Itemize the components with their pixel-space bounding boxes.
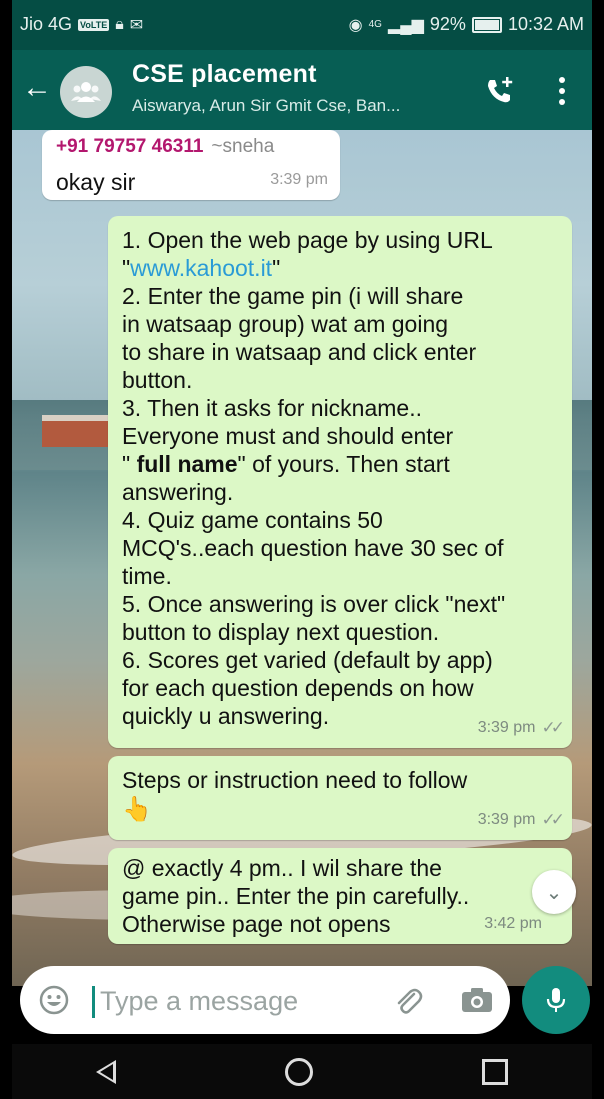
lock-icon: 🔒︎ <box>115 15 124 33</box>
battery-fill <box>474 19 499 30</box>
message-sender: +91 79757 46311 ~sneha <box>56 136 274 158</box>
message-line: @ exactly 4 pm.. I wil share the <box>122 855 442 881</box>
message-time: 3:42 pm <box>484 910 542 938</box>
back-arrow-icon[interactable]: ← <box>22 70 52 106</box>
mic-icon <box>546 988 566 1012</box>
carrier-label: Jio 4G <box>20 14 73 34</box>
message-time: 3:39 pm <box>270 166 328 194</box>
pointing-up-emoji: 👆 <box>122 796 152 823</box>
message-line: time. <box>122 563 172 589</box>
eye-comfort-icon: ◉ <box>348 16 363 34</box>
message-line: "www.kahoot.it" <box>122 254 562 282</box>
message-line: button to display next question. <box>122 619 440 645</box>
emoji-icon[interactable] <box>38 984 70 1016</box>
status-bar: Jio 4G VoLTE 🔒︎ ✉︎ ◉ 4G ▂▄▆ 92% 10:32 AM <box>12 0 592 50</box>
message-line: game pin.. Enter the pin carefully.. <box>122 883 470 909</box>
message-line: 2. Enter the game pin (i will share <box>122 283 464 309</box>
more-vert-icon[interactable] <box>552 74 572 108</box>
message-line: Everyone must and should enter <box>122 423 454 449</box>
nav-recents-icon[interactable] <box>481 1058 508 1085</box>
message-line: 6. Scores get varied (default by app) <box>122 647 493 673</box>
attachment-icon[interactable] <box>392 984 424 1016</box>
mic-button[interactable] <box>522 966 590 1034</box>
message-body: 1. Open the web page by using URL "www.k… <box>122 226 562 730</box>
text-fragment: " of yours. Then start <box>237 451 450 477</box>
status-left: Jio 4G VoLTE 🔒︎ ✉︎ <box>20 14 143 35</box>
battery-percent: 92% <box>429 14 466 34</box>
message-time: 3:39 pm ✓✓ <box>477 806 565 834</box>
message-input[interactable]: Type a message <box>100 986 298 1017</box>
wallpaper-ship <box>42 415 112 447</box>
outgoing-message[interactable]: Steps or instruction need to follow 👆 3:… <box>108 756 572 840</box>
quote-mark: " <box>122 255 131 281</box>
system-nav-bar <box>12 1044 592 1099</box>
message-line: 1. Open the web page by using URL <box>122 227 493 253</box>
message-text: okay sir <box>56 169 136 195</box>
quote-mark: " <box>272 255 281 281</box>
incoming-message[interactable]: +91 79757 46311 ~sneha okay sir 3:39 pm <box>42 130 340 200</box>
message-line: 3. Then it asks for nickname.. <box>122 395 422 421</box>
chevron-double-down-icon[interactable]: ⌄ <box>532 870 576 914</box>
text-cursor <box>92 986 95 1018</box>
add-call-icon[interactable] <box>482 74 516 108</box>
message-composer[interactable]: Type a message <box>20 966 510 1034</box>
double-check-icon: ✓✓ <box>541 810 565 829</box>
text-fragment: " <box>122 451 137 477</box>
phone-screen: Jio 4G VoLTE 🔒︎ ✉︎ ◉ 4G ▂▄▆ 92% 10:32 AM… <box>12 0 592 1099</box>
message-line: in watsaap group) wat am going <box>122 311 449 337</box>
time-label: 3:39 pm <box>477 719 536 736</box>
chat-area[interactable]: +91 79757 46311 ~sneha okay sir 3:39 pm 1… <box>12 130 592 986</box>
group-avatar-icon[interactable] <box>60 66 112 118</box>
message-line: 4. Quiz game contains 50 <box>122 507 383 533</box>
bold-text: full name <box>136 451 238 477</box>
message-time: 3:39 pm ✓✓ <box>477 714 565 742</box>
message-line: for each question depends on how <box>122 675 474 701</box>
double-check-icon: ✓✓ <box>541 718 565 737</box>
message-line: " full name" of yours. Then start <box>122 450 562 478</box>
mail-icon: ✉︎ <box>129 16 144 34</box>
message-line: 5. Once answering is over click "next" <box>122 591 506 617</box>
time-label: 3:42 pm <box>484 915 542 932</box>
chat-header[interactable]: ← CSE placement Aiswarya, Arun Sir Gmit … <box>12 50 592 130</box>
nav-home-icon[interactable] <box>284 1057 313 1086</box>
outgoing-message[interactable]: 1. Open the web page by using URL "www.k… <box>108 216 572 748</box>
chat-participants[interactable]: Aiswarya, Arun Sir Gmit Cse, Ban... <box>132 96 462 116</box>
camera-icon[interactable] <box>460 984 494 1016</box>
message-line: button. <box>122 367 193 393</box>
volte-badge: VoLTE <box>78 18 110 31</box>
group-avatar-svg <box>71 82 101 102</box>
message-text: Steps or instruction need to follow <box>122 767 468 793</box>
kahoot-link[interactable]: www.kahoot.it <box>130 255 272 281</box>
battery-icon <box>471 16 502 33</box>
signal-icon: ▂▄▆ <box>387 16 424 34</box>
nav-back-icon[interactable] <box>96 1059 117 1084</box>
message-line: MCQ's..each question have 30 sec of <box>122 535 504 561</box>
time-label: 3:39 pm <box>477 811 536 828</box>
clock: 10:32 AM <box>507 14 584 34</box>
chat-title[interactable]: CSE placement <box>132 60 317 89</box>
message-line: answering. <box>122 479 234 505</box>
message-line: to share in watsaap and click enter <box>122 339 477 365</box>
status-right: ◉ 4G ▂▄▆ 92% 10:32 AM <box>349 14 584 35</box>
outgoing-message[interactable]: @ exactly 4 pm.. I wil share the game pi… <box>108 848 572 944</box>
time-label: 3:39 pm <box>270 171 328 188</box>
sender-alias: ~sneha <box>211 136 275 157</box>
network-type: 4G <box>368 19 382 30</box>
sender-number[interactable]: +91 79757 46311 <box>56 136 203 157</box>
